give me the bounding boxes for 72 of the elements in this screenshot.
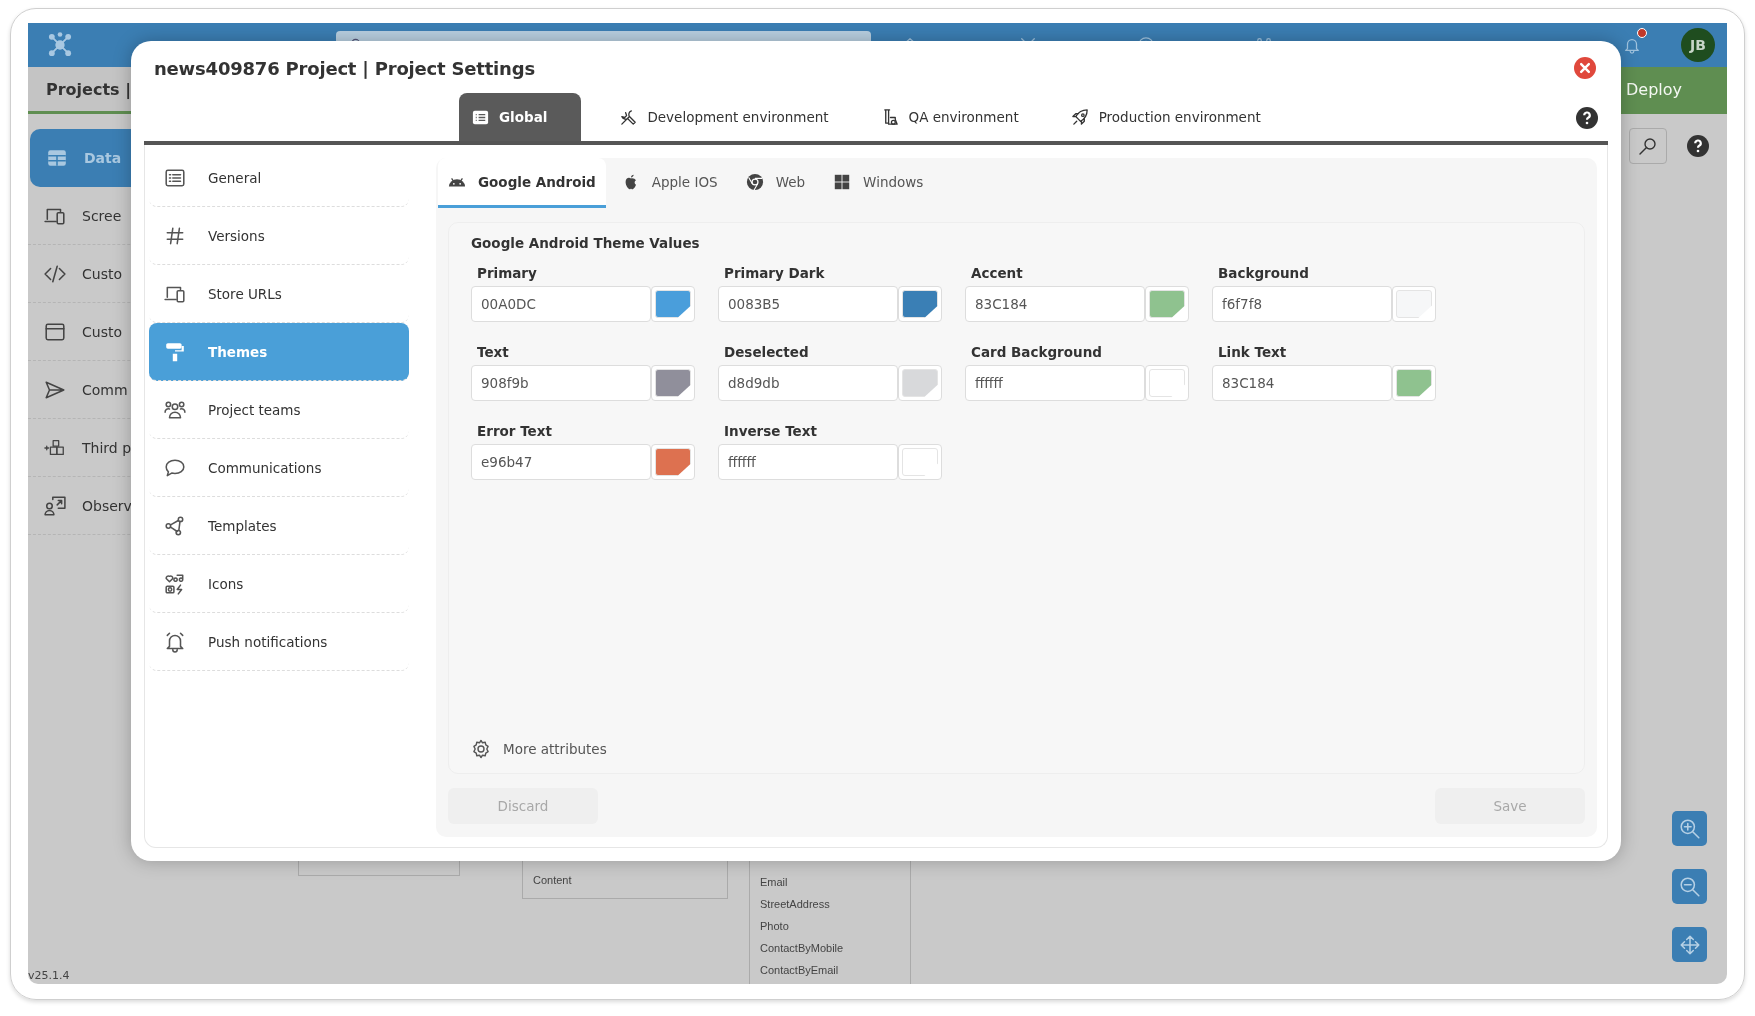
search-icon xyxy=(1638,136,1658,156)
zoom-in-button[interactable] xyxy=(1672,811,1707,846)
logo-icon xyxy=(46,31,74,59)
field-label: Text xyxy=(476,344,510,360)
share-nodes-icon xyxy=(164,514,186,537)
field-label: Accent xyxy=(970,265,1024,281)
windows-logo-icon xyxy=(833,172,852,191)
environment-tab[interactable]: Production environment xyxy=(1056,93,1275,141)
color-input[interactable]: d8d9db xyxy=(718,365,898,401)
settings-menu-item[interactable]: Templates xyxy=(149,497,409,555)
field-label: Primary xyxy=(476,265,538,281)
monitor-person-icon xyxy=(44,494,66,517)
entity-field: Content xyxy=(533,869,717,891)
color-input[interactable]: ffffff xyxy=(965,365,1145,401)
rocket-icon xyxy=(1070,107,1090,127)
section-title: Google Android Theme Values xyxy=(471,235,701,251)
help-icon[interactable] xyxy=(1687,135,1709,157)
close-icon[interactable] xyxy=(1574,57,1596,79)
settings-menu-item[interactable]: General xyxy=(149,149,409,207)
notification-dot xyxy=(1637,28,1647,38)
platform-tab[interactable]: Google Android xyxy=(438,158,606,208)
settings-menu-item[interactable]: Icons xyxy=(149,555,409,613)
field-label: Link Text xyxy=(1217,344,1288,360)
fit-button[interactable] xyxy=(1672,927,1707,962)
help-icon[interactable] xyxy=(1576,107,1598,129)
entity-field: ContactByMobile xyxy=(760,937,900,959)
color-input[interactable]: 0083B5 xyxy=(718,286,898,322)
table-icon xyxy=(46,147,68,169)
platform-tab[interactable]: Web xyxy=(733,158,818,208)
field-label: Primary Dark xyxy=(723,265,826,281)
settings-menu-item[interactable]: Versions xyxy=(149,207,409,265)
settings-icon xyxy=(471,739,491,759)
color-input[interactable]: 83C184 xyxy=(1212,365,1392,401)
settings-menu-item[interactable]: Project teams xyxy=(149,381,409,439)
dialog-title: news409876 Project | Project Settings xyxy=(154,57,535,79)
tools-icon xyxy=(619,107,639,127)
version-label: v25.1.4 xyxy=(28,969,70,982)
color-input[interactable]: 908f9b xyxy=(471,365,651,401)
user-avatar[interactable]: JB xyxy=(1681,28,1715,62)
entity-field: StreetAddress xyxy=(760,893,900,915)
environment-tab[interactable]: Global xyxy=(459,93,582,141)
bell-icon xyxy=(164,630,186,653)
platform-tab[interactable]: Apple IOS xyxy=(609,158,730,208)
settings-menu-item[interactable]: Communications xyxy=(149,439,409,497)
color-input[interactable]: 00A0DC xyxy=(471,286,651,322)
more-attributes-link[interactable]: More attributes xyxy=(471,739,1562,759)
field-label: Inverse Text xyxy=(723,423,818,439)
zoom-out-icon xyxy=(1678,875,1701,898)
color-input[interactable]: ffffff xyxy=(718,444,898,480)
entity-field: Photo xyxy=(760,915,900,937)
bell-icon[interactable] xyxy=(1623,36,1641,54)
field-label: Background xyxy=(1217,265,1310,281)
entity-field: Email xyxy=(760,871,900,893)
platform-tab[interactable]: Windows xyxy=(821,158,936,208)
field-label: Error Text xyxy=(476,423,553,439)
field-label: Deselected xyxy=(723,344,810,360)
search-button[interactable] xyxy=(1629,128,1667,164)
environment-tab[interactable]: QA environment xyxy=(866,93,1033,141)
color-input[interactable]: e96b47 xyxy=(471,444,651,480)
settings-menu-item[interactable]: Push notifications xyxy=(149,613,409,671)
zoom-in-icon xyxy=(1678,817,1701,840)
move-arrows-icon xyxy=(1678,933,1701,956)
zoom-out-button[interactable] xyxy=(1672,869,1707,904)
color-input[interactable]: f6f7f8 xyxy=(1212,286,1392,322)
icons-collage-icon xyxy=(164,572,186,595)
environment-tab[interactable]: Development environment xyxy=(605,93,843,141)
breadcrumb: Projects | xyxy=(45,79,132,99)
entity-field: ContactByEmail xyxy=(760,959,900,981)
field-label: Card Background xyxy=(970,344,1103,360)
browser-logo-icon xyxy=(745,172,764,191)
color-input[interactable]: 83C184 xyxy=(965,286,1145,322)
paint-roller-icon xyxy=(164,340,186,363)
